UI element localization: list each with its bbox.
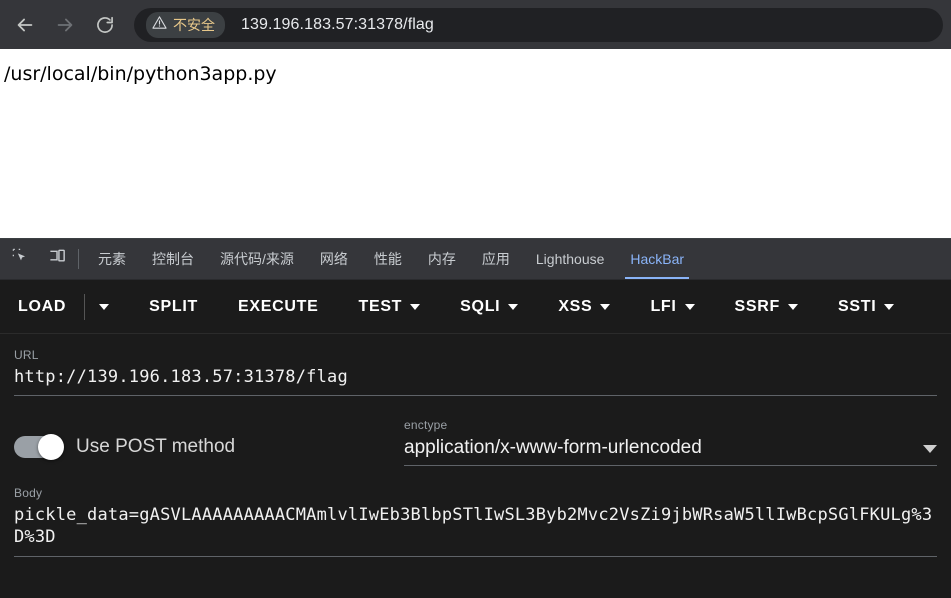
devtools-panel: 元素 控制台 源代码/来源 网络 性能 内存 应用 Lighthouse Hac… [0,238,951,598]
tab-application[interactable]: 应用 [469,239,523,279]
hackbar-toolbar: LOAD SPLIT EXECUTE TEST SQLI XSS LFI SSR… [0,280,951,334]
tab-lighthouse[interactable]: Lighthouse [523,239,618,279]
body-input[interactable]: pickle_data=gASVLAAAAAAAAACMAmlvlIwEb3Bl… [14,505,937,549]
button-label: TEST [358,297,403,315]
devtools-tool-icons [0,239,76,279]
forward-button[interactable] [48,8,82,42]
toolbar-divider [84,293,86,320]
tab-label: 应用 [481,251,510,267]
tab-label: 源代码/来源 [220,251,294,267]
lfi-button[interactable]: LFI [650,290,695,324]
tab-label: 性能 [373,251,402,267]
chevron-down-icon [508,303,519,310]
tab-label: 元素 [98,251,126,267]
tab-label: 控制台 [152,251,194,267]
browser-toolbar: 不安全 139.196.183.57:31378/flag [0,0,951,49]
tab-label: 内存 [427,251,456,267]
tab-performance[interactable]: 性能 [361,239,415,279]
use-post-toggle[interactable] [14,433,64,460]
post-method-group[interactable]: Use POST method [14,418,404,460]
tab-memory[interactable]: 内存 [415,239,469,279]
tab-label: HackBar [630,251,685,267]
address-bar[interactable]: 不安全 139.196.183.57:31378/flag [134,7,943,42]
post-and-enctype-row: Use POST method enctype application/x-ww… [14,418,937,466]
chevron-down-icon [410,303,421,310]
button-label: LFI [650,297,677,315]
tab-label: 网络 [319,251,348,267]
url-input-underline [14,394,937,396]
tab-network[interactable]: 网络 [307,239,361,279]
body-label: Body [14,485,43,500]
chevron-down-icon [684,303,695,310]
site-security-label: 不安全 [173,16,215,33]
enctype-label: enctype [404,417,448,432]
split-button[interactable]: SPLIT [149,290,198,324]
chevron-down-icon [600,303,611,310]
tab-hackbar[interactable]: HackBar [617,239,697,279]
site-security-chip[interactable]: 不安全 [146,11,225,38]
device-toolbar-icon [48,247,67,271]
tab-sources[interactable]: 源代码/来源 [207,239,307,279]
reload-button[interactable] [88,8,122,42]
chevron-down-icon [923,444,937,453]
button-label: SQLI [460,297,501,315]
url-label: URL [14,348,39,362]
chevron-down-icon [788,303,799,310]
load-dropdown-button[interactable] [99,296,110,318]
address-bar-url: 139.196.183.57:31378/flag [241,15,434,33]
device-toolbar-button[interactable] [44,246,70,272]
tab-elements[interactable]: 元素 [85,239,139,279]
execute-button[interactable]: EXECUTE [238,290,318,324]
url-field-group: URL http://139.196.183.57:31378/flag [14,348,937,396]
button-label: LOAD [18,297,67,315]
ssti-button[interactable]: SSTI [838,290,895,324]
tab-label: Lighthouse [535,251,605,267]
hackbar-panel: LOAD SPLIT EXECUTE TEST SQLI XSS LFI SSR… [0,280,951,598]
chevron-down-icon [99,303,110,310]
load-button[interactable]: LOAD [18,290,66,324]
chevron-down-icon [884,303,895,310]
devtools-tabbar: 元素 控制台 源代码/来源 网络 性能 内存 应用 Lighthouse Hac… [0,239,951,280]
arrow-right-icon [54,14,76,36]
toolbar-divider [78,249,79,269]
inspect-element-button[interactable] [8,246,34,272]
back-button[interactable] [8,8,42,42]
hackbar-form: URL http://139.196.183.57:31378/flag Use… [0,334,951,598]
enctype-group: enctype application/x-www-form-urlencode… [404,418,937,466]
inspect-element-icon [12,248,30,271]
devtools-tab-list: 元素 控制台 源代码/来源 网络 性能 内存 应用 Lighthouse Hac… [85,239,697,279]
test-button[interactable]: TEST [358,290,421,324]
url-input[interactable]: http://139.196.183.57:31378/flag [14,367,937,389]
button-label: SPLIT [149,297,198,315]
xss-button[interactable]: XSS [558,290,611,324]
tab-console[interactable]: 控制台 [139,239,207,279]
ssrf-button[interactable]: SSRF [734,290,799,324]
page-body-text: /usr/local/bin/python3app.py [4,63,277,85]
body-field-group: Body pickle_data=gASVLAAAAAAAAACMAmlvlIw… [14,486,937,558]
reload-icon [95,15,115,35]
toggle-knob [38,433,64,460]
use-post-label: Use POST method [76,435,236,457]
warning-triangle-icon [152,15,167,35]
body-input-underline [14,556,937,558]
enctype-select[interactable]: application/x-www-form-urlencoded [404,437,937,459]
button-label: EXECUTE [237,297,319,315]
button-label: SSTI [838,297,877,315]
enctype-select-underline [404,464,937,466]
sqli-button[interactable]: SQLI [460,290,519,324]
button-label: XSS [558,297,593,315]
arrow-left-icon [14,14,36,36]
button-label: SSRF [734,297,781,315]
enctype-value: application/x-www-form-urlencoded [404,436,702,458]
page-viewport: /usr/local/bin/python3app.py [0,49,951,238]
